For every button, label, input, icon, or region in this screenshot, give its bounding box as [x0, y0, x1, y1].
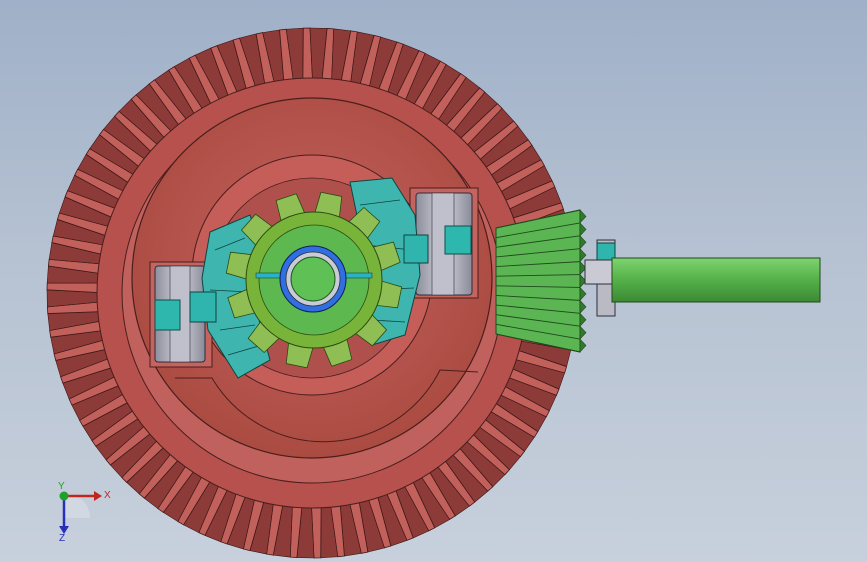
- graphics-viewport[interactable]: X Y Z: [0, 0, 867, 562]
- input-shaft[interactable]: [611, 257, 821, 303]
- pinion-tooth-tip: [579, 222, 587, 237]
- pinion-body: [495, 209, 581, 353]
- pinion-tooth-tip: [579, 286, 587, 302]
- z-axis-label: Z: [59, 533, 65, 542]
- differential-assembly-model[interactable]: [0, 0, 867, 562]
- axle-shaft-end[interactable]: [290, 256, 336, 302]
- pinion-tooth-tip: [579, 325, 587, 340]
- x-axis-label: X: [104, 490, 111, 501]
- drive-pinion-gear[interactable]: [495, 209, 587, 353]
- pinion-tooth-tip: [579, 235, 587, 250]
- x-axis-arrow: [94, 491, 102, 501]
- pinion-tooth-tip: [579, 299, 587, 315]
- y-axis-dot: [59, 491, 69, 501]
- coordinate-triad: X Y Z: [58, 482, 111, 542]
- pinion-tooth-tip: [579, 209, 587, 224]
- pinion-tooth-tip: [579, 338, 587, 353]
- y-axis-label: Y: [58, 482, 65, 492]
- pinion-tooth-tip: [579, 312, 587, 327]
